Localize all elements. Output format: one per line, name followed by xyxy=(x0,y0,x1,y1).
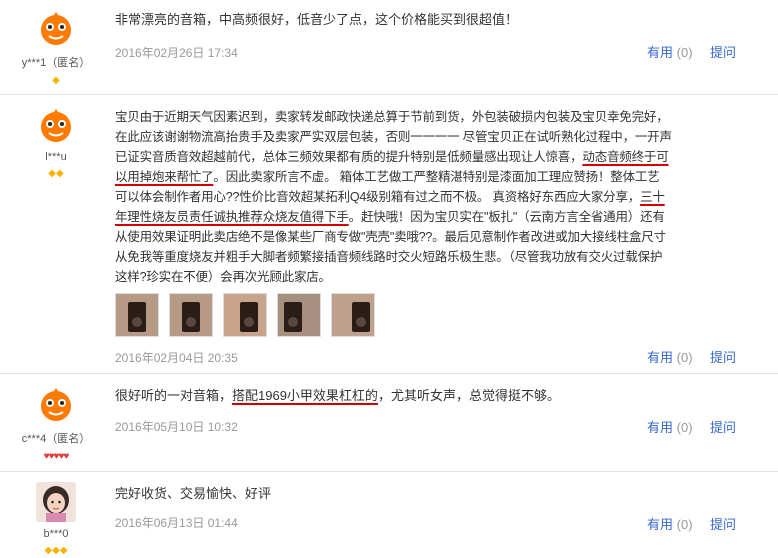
reviewer-name: l***u xyxy=(45,151,67,163)
review-item: y***1（匿名） ◆ 非常漂亮的音箱，中高频很好，低音少了点，这个价格能买到很… xyxy=(0,0,778,95)
reviewer-info: b***0 ◆◆◆ xyxy=(0,482,112,558)
avatar[interactable] xyxy=(36,105,76,145)
ask-link[interactable]: 提问 xyxy=(710,347,736,366)
review-text: 很好听的一对音箱，搭配1969小甲效果杠杠的，尤其听女声，总觉得挺不够。 xyxy=(115,388,560,403)
highlight-underline: 年理性烧友员责任诚执推荐众烧友值得下手 xyxy=(115,210,349,224)
review-photo-thumbnail[interactable] xyxy=(115,293,159,337)
useful-button[interactable]: 有用 (0) xyxy=(647,347,693,366)
review-text: 宝贝由于近期天气因素迟到，卖家转发邮政快递总算于节前到货，外包装破损内包装及宝贝… xyxy=(115,110,672,284)
useful-label: 有用 xyxy=(647,517,674,532)
highlight-underline: 动态音频终于可 xyxy=(582,150,669,164)
credit-badge-icon: ◆◆ xyxy=(48,168,64,179)
review-text: 非常漂亮的音箱，中高频很好，低音少了点，这个价格能买到很超值！ xyxy=(115,12,519,27)
avatar[interactable] xyxy=(36,384,76,424)
useful-count: (0) xyxy=(676,420,693,435)
useful-button[interactable]: 有用 (0) xyxy=(647,42,693,61)
review-date: 2016年06月13日 01:44 xyxy=(115,516,238,530)
reviewer-info: l***u ◆◆ xyxy=(0,105,112,181)
useful-count: (0) xyxy=(676,350,693,365)
review-date: 2016年02月04日 20:35 xyxy=(115,351,238,365)
credit-heart-badge-icon: ♥♥♥♥♥ xyxy=(43,451,70,462)
review-item: l***u ◆◆ 宝贝由于近期天气因素迟到，卖家转发邮政快递总算于节前到货，外包… xyxy=(0,97,778,374)
ask-link[interactable]: 提问 xyxy=(710,417,736,436)
reviewer-name: y***1（匿名） xyxy=(21,57,91,69)
credit-badge-icon: ◆◆◆ xyxy=(44,545,68,556)
reviewer-info: y***1（匿名） ◆ xyxy=(0,8,112,88)
review-text: 完好收货、交易愉快、好评 xyxy=(115,486,272,501)
useful-button[interactable]: 有用 (0) xyxy=(647,417,693,436)
credit-badge-icon: ◆ xyxy=(52,75,60,86)
useful-count: (0) xyxy=(676,517,693,532)
ask-link[interactable]: 提问 xyxy=(710,514,736,533)
highlight-underline: 搭配1969小甲效果杠杠的 xyxy=(232,388,378,403)
review-item: c***4（匿名） ♥♥♥♥♥ 很好听的一对音箱，搭配1969小甲效果杠杠的，尤… xyxy=(0,376,778,472)
useful-count: (0) xyxy=(676,45,693,60)
useful-label: 有用 xyxy=(647,350,674,365)
reviewer-name: b***0 xyxy=(43,528,69,540)
avatar[interactable] xyxy=(36,482,76,522)
divider xyxy=(0,94,778,95)
reviewer-info: c***4（匿名） ♥♥♥♥♥ xyxy=(0,384,112,464)
review-photo-thumbnail[interactable] xyxy=(331,293,375,337)
ask-link[interactable]: 提问 xyxy=(710,42,736,61)
reviewer-name: c***4（匿名） xyxy=(21,433,91,445)
useful-label: 有用 xyxy=(647,420,674,435)
useful-button[interactable]: 有用 (0) xyxy=(647,514,693,533)
review-photo-thumbnail[interactable] xyxy=(223,293,267,337)
highlight-underline: 三十 xyxy=(640,190,665,204)
useful-label: 有用 xyxy=(647,45,674,60)
avatar[interactable] xyxy=(36,8,76,48)
review-item: b***0 ◆◆◆ 完好收货、交易愉快、好评 2016年06月13日 01:44… xyxy=(0,474,778,556)
review-photo-thumbnail[interactable] xyxy=(277,293,321,337)
review-date: 2016年02月26日 17:34 xyxy=(115,46,238,60)
divider xyxy=(0,373,778,374)
highlight-underline: 以用掉炮来帮忙了 xyxy=(115,170,214,184)
review-photo-thumbnail[interactable] xyxy=(169,293,213,337)
divider xyxy=(0,471,778,472)
review-date: 2016年05月10日 10:32 xyxy=(115,420,238,434)
